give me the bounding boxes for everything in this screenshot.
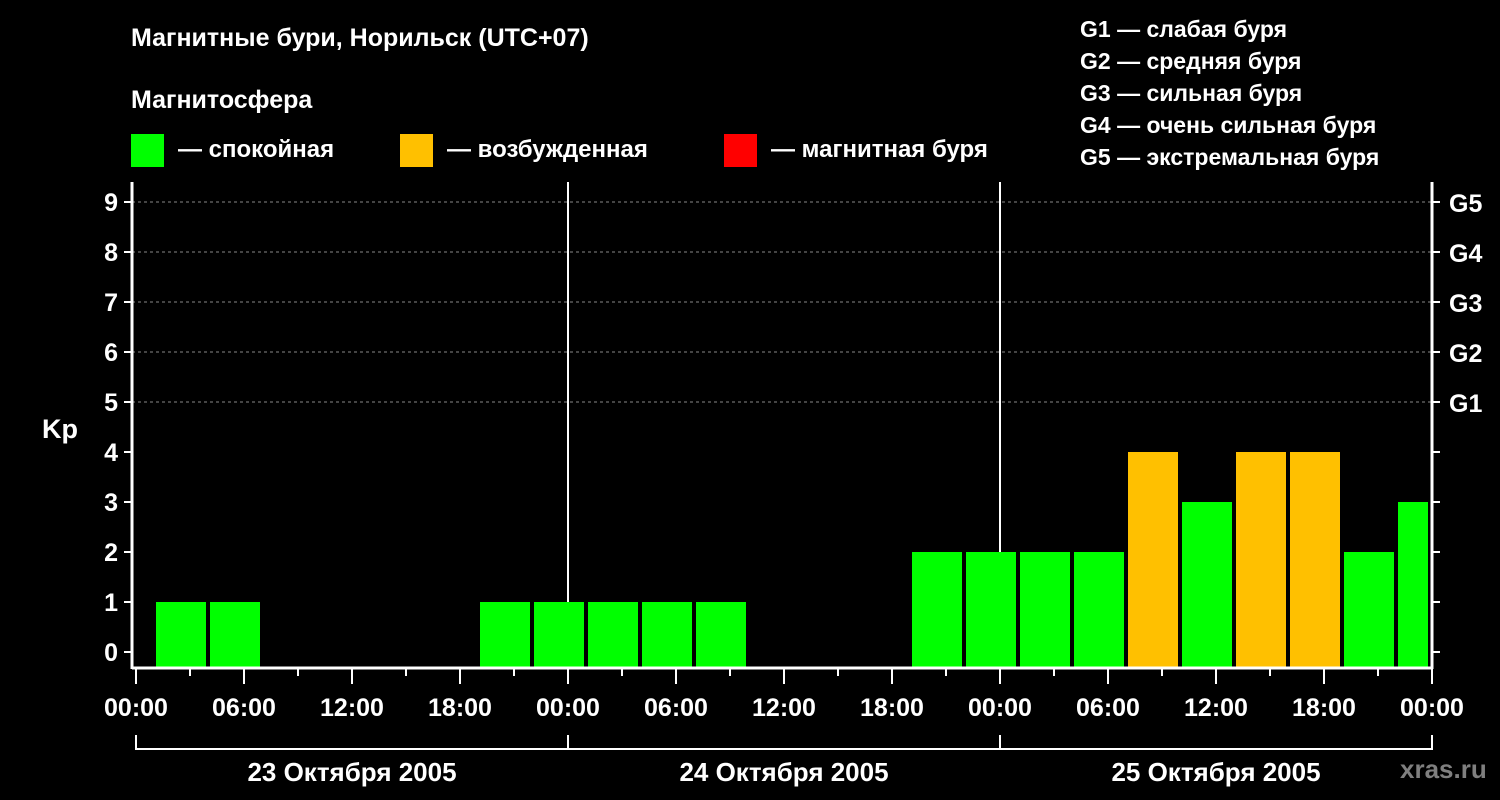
x-tick-label: 18:00 bbox=[428, 694, 492, 722]
x-tick-label: 12:00 bbox=[320, 694, 384, 722]
kp-chart: 0 1 2 3 4 5 6 7 8 9 G1 G2 G3 G4 G5 Kp 00:00 06:00 12:00 18:… bbox=[42, 182, 1482, 787]
x-tick-label: 06:00 bbox=[1076, 694, 1140, 722]
x-tick-label: 00:00 bbox=[536, 694, 600, 722]
kp-bar bbox=[912, 552, 962, 668]
kp-bar bbox=[1182, 502, 1232, 668]
x-tick-label: 18:00 bbox=[860, 694, 924, 722]
y-tick-label: 3 bbox=[104, 489, 118, 517]
y-tick-label: 4 bbox=[104, 439, 118, 467]
kp-bar bbox=[642, 602, 692, 668]
day-label: 23 Октября 2005 bbox=[247, 757, 456, 787]
x-tick-label: 00:00 bbox=[1400, 694, 1464, 722]
kp-bar bbox=[1236, 452, 1286, 668]
kp-bar bbox=[1290, 452, 1340, 668]
watermark: xras.ru bbox=[1400, 754, 1487, 784]
kp-bar bbox=[1020, 552, 1070, 668]
x-tick-label: 18:00 bbox=[1292, 694, 1356, 722]
kp-bar bbox=[210, 602, 260, 668]
x-tick-label: 00:00 bbox=[968, 694, 1032, 722]
day-label: 24 Октября 2005 bbox=[679, 757, 888, 787]
y-tick-label: 7 bbox=[104, 289, 118, 317]
g-tick-label: G3 bbox=[1449, 290, 1482, 318]
y-tick-label: 1 bbox=[104, 589, 118, 617]
g-tick-label: G4 bbox=[1449, 240, 1482, 268]
kp-bar bbox=[588, 602, 638, 668]
kp-bar bbox=[480, 602, 530, 668]
y-axis-label: Kp bbox=[42, 414, 78, 444]
kp-bar bbox=[1344, 552, 1394, 668]
x-tick-label: 06:00 bbox=[212, 694, 276, 722]
y-tick-label: 6 bbox=[104, 339, 118, 367]
kp-bar bbox=[1398, 502, 1428, 668]
kp-bar bbox=[1074, 552, 1124, 668]
x-tick-label: 06:00 bbox=[644, 694, 708, 722]
y-tick-label: 2 bbox=[104, 539, 118, 567]
g-tick-label: G1 bbox=[1449, 390, 1482, 418]
y-tick-label: 9 bbox=[104, 189, 118, 217]
y-tick-label: 8 bbox=[104, 239, 118, 267]
kp-bar bbox=[696, 602, 746, 668]
x-tick-label: 12:00 bbox=[752, 694, 816, 722]
kp-bar bbox=[1128, 452, 1178, 668]
y-tick-label: 0 bbox=[104, 639, 118, 667]
x-tick-label: 00:00 bbox=[104, 694, 168, 722]
x-tick-label: 12:00 bbox=[1184, 694, 1248, 722]
g-tick-label: G5 bbox=[1449, 190, 1482, 218]
kp-bar bbox=[966, 552, 1016, 668]
g-tick-label: G2 bbox=[1449, 340, 1482, 368]
y-tick-label: 5 bbox=[104, 389, 118, 417]
day-label: 25 Октября 2005 bbox=[1111, 757, 1320, 787]
kp-bar bbox=[534, 602, 584, 668]
kp-bar bbox=[156, 602, 206, 668]
